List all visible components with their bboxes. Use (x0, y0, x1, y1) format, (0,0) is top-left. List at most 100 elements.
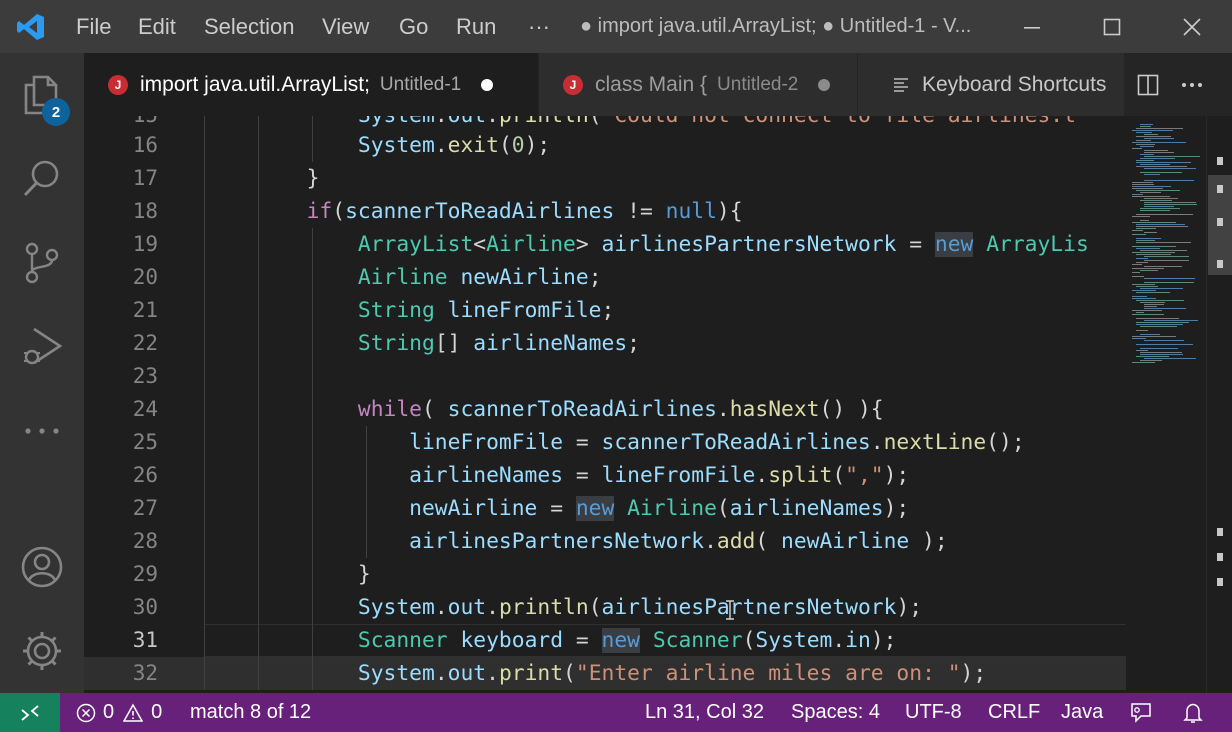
eol-status[interactable]: CRLF (988, 693, 1040, 732)
encoding-status[interactable]: UTF-8 (905, 693, 962, 732)
tab-label: class Main { (595, 72, 708, 96)
scrollbar-match-marker (1217, 185, 1223, 193)
line-number: 23 (132, 364, 158, 388)
menu-view[interactable]: View (308, 0, 383, 53)
code-text: lineFromFile = scannerToReadAirlines.nex… (409, 430, 1025, 455)
code-editor[interactable]: 15 System.out.println("Could not connect… (84, 116, 1126, 693)
line-number: 18 (132, 199, 158, 223)
code-text: airlinesPartnersNetwork.add( newAirline … (409, 529, 948, 554)
scrollbar-match-marker (1217, 578, 1223, 586)
window-title: ● import java.util.ArrayList; ● Untitled… (580, 15, 972, 37)
feedback-button[interactable] (1128, 693, 1154, 732)
code-text: } (204, 166, 320, 191)
line-number: 22 (132, 331, 158, 355)
status-bar: 0 0 match 8 of 12 Ln 31, Col 32 Spaces: … (0, 693, 1232, 732)
code-line: 27 newAirline = new Airline(airlineNames… (84, 492, 1126, 525)
unsaved-dot-icon[interactable] (818, 78, 831, 91)
split-editor-icon (1137, 74, 1159, 95)
explorer-button[interactable] (0, 53, 84, 137)
code-line: 28 airlinesPartnersNetwork.add( newAirli… (84, 525, 1126, 558)
code-text: String lineFromFile; (357, 298, 615, 323)
problems-button[interactable]: 0 0 (76, 693, 162, 732)
run-debug-icon (24, 327, 63, 365)
cursor-position-status[interactable]: Ln 31, Col 32 (645, 693, 764, 732)
explorer-badge: 2 (42, 98, 70, 126)
search-match-status[interactable]: match 8 of 12 (190, 693, 311, 732)
code-line: 32 System.out.print("Enter airline miles… (84, 657, 1126, 690)
line-number: 28 (132, 529, 158, 553)
code-text: Airline newAirline; (357, 265, 602, 290)
line-number: 21 (132, 298, 158, 322)
tab-untitled-2[interactable]: J class Main { Untitled-2 (539, 53, 857, 116)
title-bar: File Edit Selection View Go Run ··· ● im… (0, 0, 1232, 53)
code-line: 18 if(scannerToReadAirlines != null){ (84, 195, 1126, 228)
code-line: 29 } (84, 558, 1126, 591)
scrollbar-match-marker (1217, 218, 1223, 226)
minimap-preview (1132, 124, 1200, 363)
accounts-button[interactable] (0, 525, 84, 609)
tab-label: Keyboard Shortcuts (922, 72, 1107, 96)
editor-tab-bar: J import java.util.ArrayList; Untitled-1… (84, 53, 1232, 116)
code-line: 25 lineFromFile = scannerToReadAirlines.… (84, 426, 1126, 459)
run-debug-button[interactable] (0, 305, 84, 389)
tab-description: Untitled-2 (717, 73, 799, 95)
more-views-button[interactable] (0, 389, 84, 473)
tab-untitled-1[interactable]: J import java.util.ArrayList; Untitled-1 (84, 53, 538, 116)
line-number: 24 (132, 397, 158, 421)
java-file-icon: J (108, 74, 128, 95)
code-line: 26 airlineNames = lineFromFile.split(","… (84, 459, 1126, 492)
menu-edit[interactable]: Edit (124, 0, 190, 53)
line-number: 19 (132, 232, 158, 256)
line-number: 17 (132, 166, 158, 190)
feedback-icon (1131, 702, 1151, 723)
search-view-button[interactable] (0, 137, 84, 221)
tab-keyboard-shortcuts[interactable]: Keyboard Shortcuts (858, 53, 1124, 116)
menu-more[interactable]: ··· (514, 0, 564, 53)
menu-run[interactable]: Run (442, 0, 510, 53)
close-window-button[interactable] (1152, 0, 1232, 53)
editor-more-actions-button[interactable] (1174, 53, 1210, 116)
code-line: 19 ArrayList<Airline> airlinesPartnersNe… (84, 228, 1126, 261)
account-icon (21, 546, 63, 588)
line-number: 25 (132, 430, 158, 454)
notifications-button[interactable] (1182, 693, 1204, 732)
more-icon (25, 428, 59, 434)
code-text: System.exit(0); (357, 133, 551, 158)
vscode-logo-icon (0, 0, 62, 53)
code-text: System.out.println(airlinesPartnersNetwo… (357, 595, 923, 620)
code-line: 16 System.exit(0); (84, 129, 1126, 162)
line-number: 31 (132, 628, 158, 652)
menu-file[interactable]: File (62, 0, 125, 53)
code-text: while( scannerToReadAirlines.hasNext() )… (357, 397, 884, 422)
scrollbar-match-marker (1217, 260, 1223, 268)
java-file-icon: J (563, 74, 583, 95)
tab-label: import java.util.ArrayList; (140, 72, 370, 96)
unsaved-dot-icon[interactable] (481, 78, 494, 91)
code-line: 22 String[] airlineNames; (84, 327, 1126, 360)
menu-selection[interactable]: Selection (190, 0, 309, 53)
split-editor-button[interactable] (1130, 53, 1166, 116)
code-text: if(scannerToReadAirlines != null){ (306, 199, 743, 224)
source-control-button[interactable] (0, 221, 84, 305)
manage-button[interactable] (0, 609, 84, 693)
language-mode-status[interactable]: Java (1061, 693, 1103, 732)
search-icon (23, 160, 59, 197)
remote-indicator-button[interactable] (0, 693, 60, 732)
minimap[interactable] (1126, 116, 1206, 693)
line-number: 29 (132, 562, 158, 586)
warning-count: 0 (151, 701, 163, 723)
scrollbar-match-marker (1217, 553, 1223, 561)
indentation-status[interactable]: Spaces: 4 (791, 693, 880, 732)
warning-icon (123, 702, 144, 722)
bell-icon (1183, 703, 1203, 723)
code-text: airlineNames = lineFromFile.split(","); (409, 463, 910, 488)
error-icon (76, 703, 96, 722)
code-text: String[] airlineNames; (357, 331, 640, 356)
line-number: 32 (132, 661, 158, 685)
close-icon (1183, 17, 1201, 36)
menu-go[interactable]: Go (385, 0, 442, 53)
minimize-button[interactable] (992, 0, 1072, 53)
code-text: ArrayList<Airline> airlinesPartnersNetwo… (357, 232, 1089, 257)
tab-description: Untitled-1 (379, 73, 462, 95)
maximize-button[interactable] (1072, 0, 1152, 53)
